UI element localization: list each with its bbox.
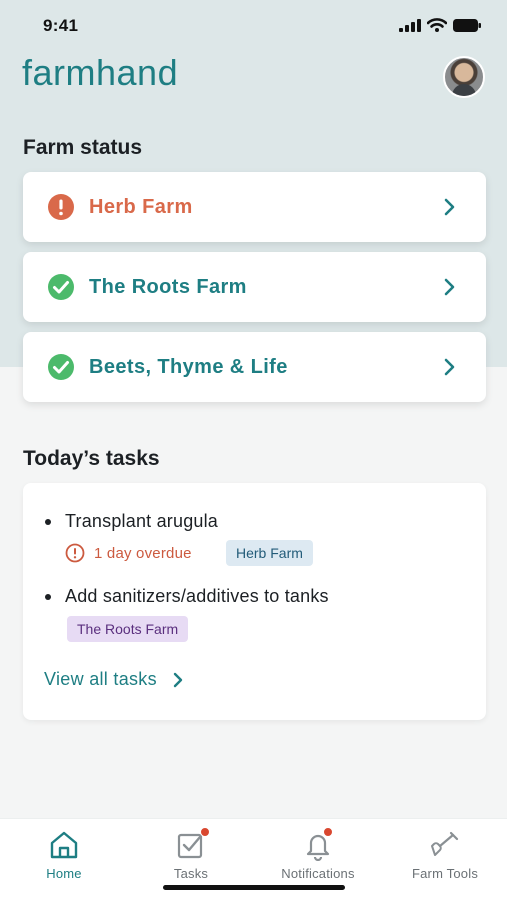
chevron-right-icon [444, 198, 455, 216]
check-circle-icon [48, 354, 74, 380]
view-all-label: View all tasks [44, 669, 157, 689]
home-icon [50, 831, 78, 859]
bullet [45, 519, 51, 525]
wifi-icon [427, 18, 447, 32]
task-text: Add sanitizers/additives to tanks [65, 586, 329, 606]
overdue-indicator: 1 day overdue [65, 543, 192, 563]
nav-label: Notifications [281, 866, 355, 881]
farm-name: Herb Farm [89, 195, 193, 218]
user-avatar[interactable] [443, 56, 485, 98]
tasks-title: Today’s tasks [23, 447, 160, 470]
clock-alert-icon [65, 543, 85, 563]
farm-tag[interactable]: The Roots Farm [67, 616, 189, 642]
notification-badge [323, 827, 333, 837]
battery-icon [453, 18, 481, 32]
farm-card-the-roots-farm[interactable]: The Roots Farm [23, 252, 486, 322]
nav-label: Home [46, 866, 82, 881]
home-indicator [163, 885, 345, 890]
overdue-text: 1 day overdue [94, 544, 192, 562]
farm-name: The Roots Farm [89, 275, 247, 298]
chevron-right-icon [444, 358, 455, 376]
nav-label: Tasks [173, 866, 209, 881]
nav-farm-tools[interactable]: Farm Tools [390, 827, 500, 883]
app-logo: farmhand [22, 52, 179, 93]
status-bar: 9:41 [0, 14, 507, 38]
farm-status-title: Farm status [23, 136, 143, 159]
farm-name: Beets, Thyme & Life [89, 355, 288, 378]
tasks-card: Transplant arugula 1 day overdue Herb Fa… [23, 483, 486, 720]
bullet [45, 594, 51, 600]
alert-icon [48, 194, 74, 220]
status-icons [399, 18, 481, 32]
nav-tasks[interactable]: Tasks [136, 827, 246, 883]
chevron-right-icon [444, 278, 455, 296]
nav-notifications[interactable]: Notifications [263, 827, 373, 883]
cellular-signal-icon [399, 18, 421, 32]
farm-card-beets-thyme-life[interactable]: Beets, Thyme & Life [23, 332, 486, 402]
view-all-tasks-link[interactable]: View all tasks [44, 669, 183, 690]
task-text: Transplant arugula [65, 511, 219, 531]
app-screen: 9:41 farmhand Farm status Herb Farm The … [0, 0, 507, 900]
notification-badge [200, 827, 210, 837]
check-circle-icon [48, 274, 74, 300]
nav-label: Farm Tools [411, 866, 479, 881]
farm-tag[interactable]: Herb Farm [226, 540, 313, 566]
farm-card-herb-farm[interactable]: Herb Farm [23, 172, 486, 242]
chevron-right-icon [173, 672, 183, 687]
nav-home[interactable]: Home [9, 827, 119, 883]
shovel-icon [431, 831, 459, 856]
status-time: 9:41 [43, 16, 79, 35]
